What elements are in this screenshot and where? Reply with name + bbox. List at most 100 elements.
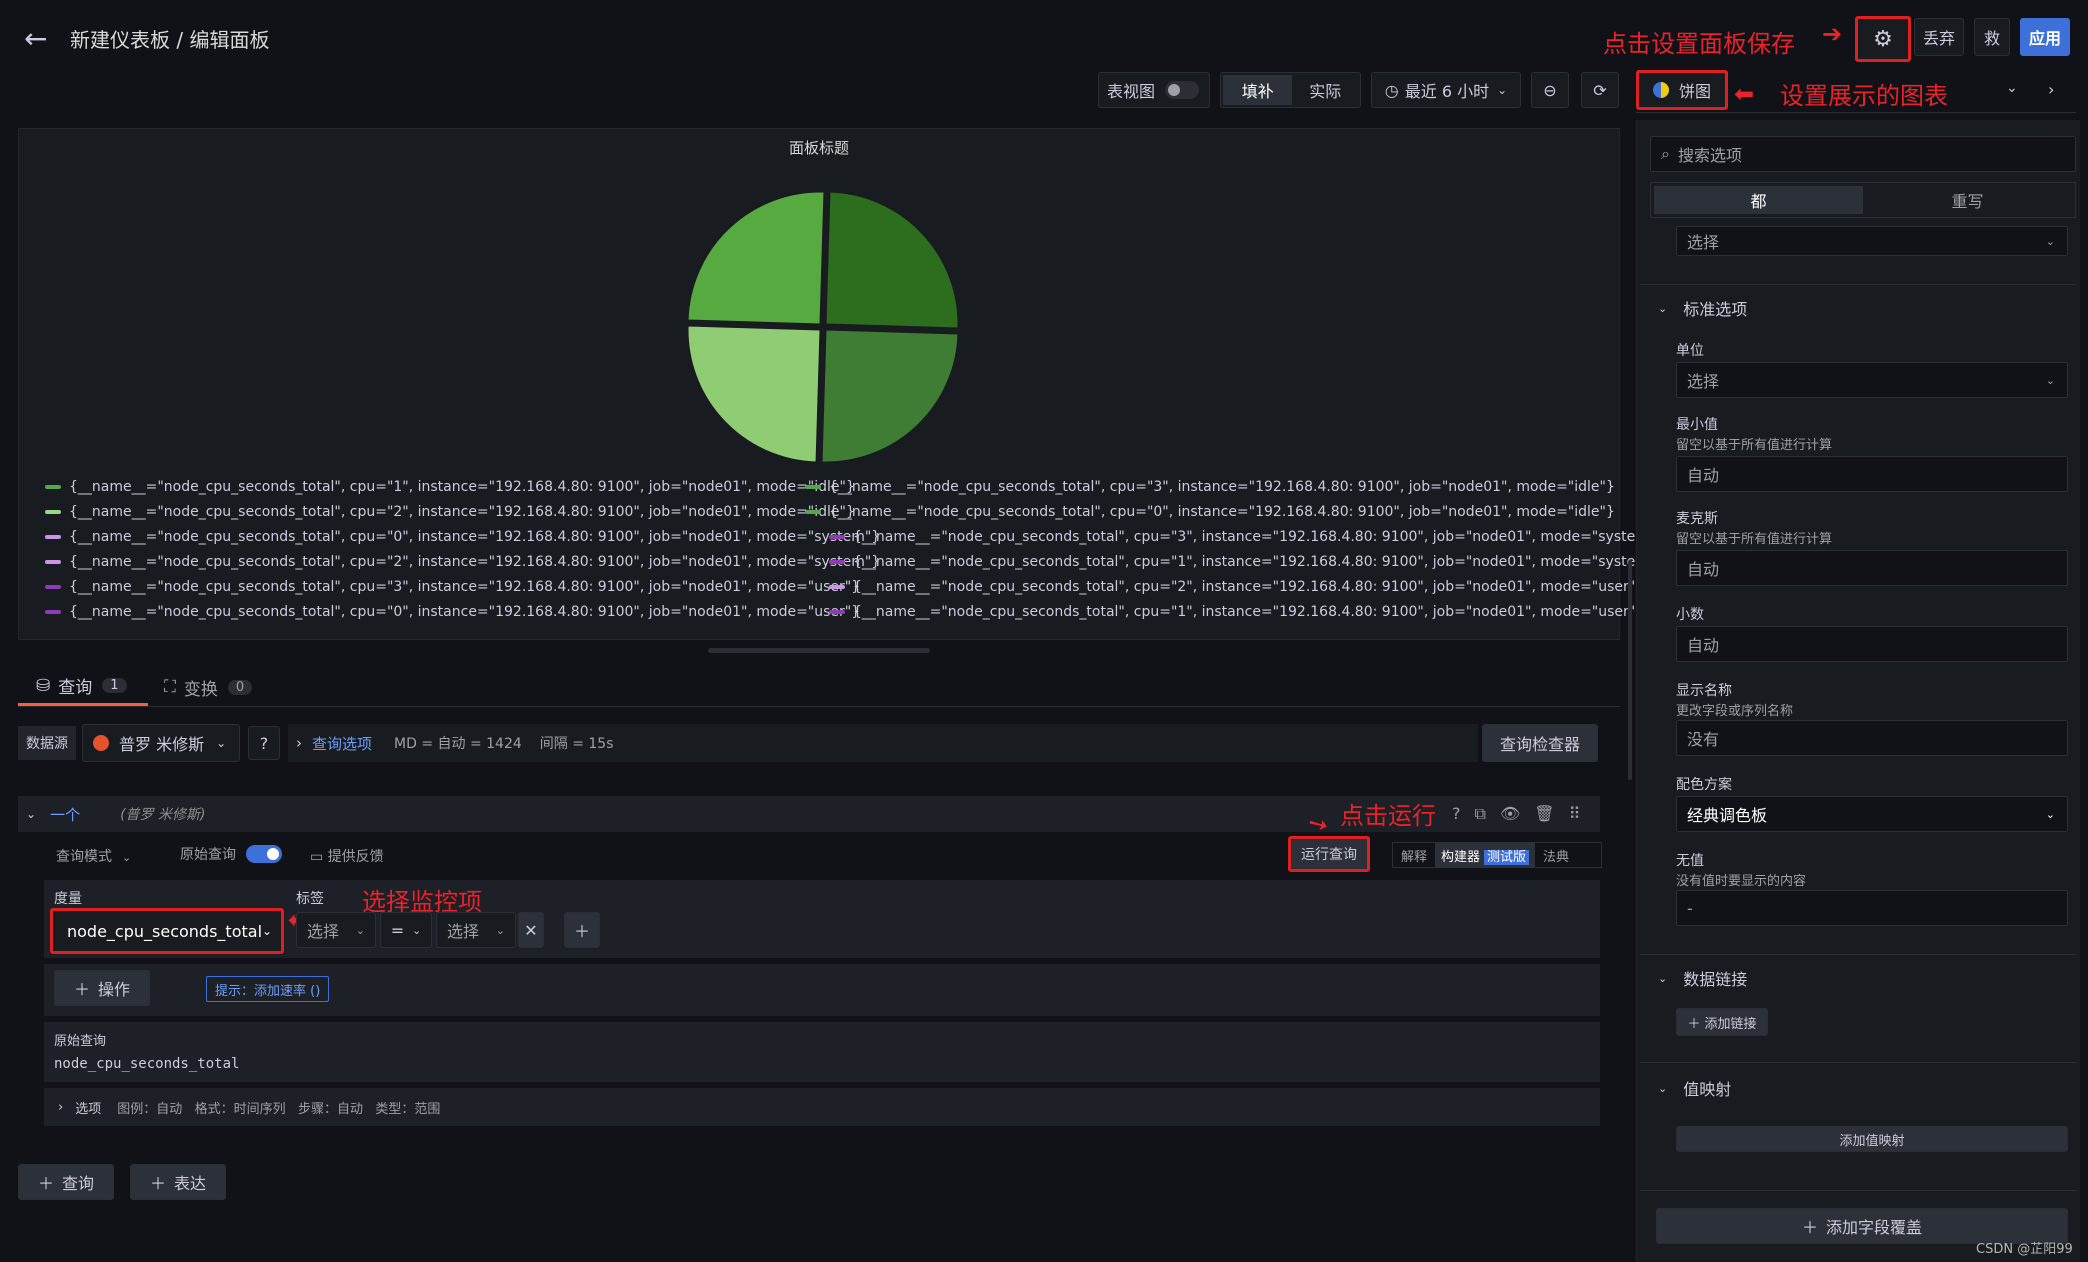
pie-slice[interactable]	[821, 329, 959, 463]
remove-label-button[interactable]: ✕	[518, 912, 544, 948]
legend-item[interactable]: {__name__="node_cpu_seconds_total", cpu=…	[829, 529, 1664, 545]
pie-slice[interactable]	[687, 325, 821, 463]
decimals-input[interactable]: 自动	[1676, 626, 2068, 662]
pie-slice[interactable]	[687, 191, 825, 325]
gear-icon: ⚙	[1873, 26, 1893, 52]
apply-button[interactable]: 应用	[2020, 18, 2070, 56]
min-hint: 留空以基于所有值进行计算	[1676, 438, 1833, 453]
collapse-options-chevron-icon[interactable]: ›	[2048, 80, 2054, 99]
feedback-link[interactable]: ▭ 提供反馈	[310, 846, 384, 866]
legend-swatch	[45, 560, 61, 564]
color-scheme-select[interactable]: 经典调色板 ⌄	[1676, 796, 2068, 832]
tab-query[interactable]: ⛁ 查询 1	[18, 668, 148, 706]
legend-swatch	[45, 610, 61, 614]
pie-slice[interactable]	[825, 191, 959, 329]
query-name[interactable]: 一个	[50, 804, 80, 825]
database-icon: ⛁	[36, 675, 51, 696]
viz-dropdown-chevron-icon[interactable]: ⌄	[2006, 80, 2018, 96]
resize-handle[interactable]	[708, 648, 930, 653]
query-inspector-button[interactable]: 查询检查器	[1482, 724, 1598, 762]
tab-all[interactable]: 都	[1654, 186, 1863, 214]
query-options-bar[interactable]: › 查询选项 MD = 自动 = 1424 间隔 = 15s	[288, 724, 1478, 762]
row-icons: ? ⧉ 👁 🗑 ⠿	[1452, 804, 1580, 824]
unit-select[interactable]: 选择 ⌄	[1676, 362, 2068, 398]
label-value-select[interactable]: 选择 ⌄	[436, 912, 516, 948]
raw-query-toggle[interactable]: 原始查询	[180, 844, 282, 864]
eye-icon[interactable]: 👁	[1500, 804, 1520, 824]
visualization-picker[interactable]: 饼图	[1636, 70, 1728, 110]
refresh-button[interactable]: ⟳	[1581, 72, 1619, 108]
tab-override[interactable]: 重写	[1863, 186, 2072, 214]
legend-item[interactable]: {__name__="node_cpu_seconds_total", cpu=…	[45, 479, 855, 495]
code-tab[interactable]: 法典	[1535, 846, 1577, 865]
metric-select[interactable]: node_cpu_seconds_total ⌄	[50, 908, 284, 954]
tab-transform[interactable]: ⛶ 变换 0	[164, 668, 253, 706]
standard-options-header[interactable]: ⌄ 标准选项	[1658, 296, 1747, 320]
legend-item[interactable]: {__name__="node_cpu_seconds_total", cpu=…	[829, 579, 1644, 595]
legend-label: {__name__="node_cpu_seconds_total", cpu=…	[69, 554, 881, 570]
back-arrow-icon[interactable]: ←	[24, 22, 47, 55]
pie-chart-icon	[1652, 82, 1669, 98]
search-options-input[interactable]: ⌕ 搜索选项	[1650, 136, 2076, 172]
legend-item[interactable]: {__name__="node_cpu_seconds_total", cpu=…	[829, 604, 1644, 620]
time-range-picker[interactable]: ◷ 最近 6 小时 ⌄	[1371, 72, 1521, 108]
min-input[interactable]: 自动	[1676, 456, 2068, 492]
legend-item[interactable]: {__name__="node_cpu_seconds_total", cpu=…	[829, 554, 1664, 570]
legend-item[interactable]: {__name__="node_cpu_seconds_total", cpu=…	[45, 504, 855, 520]
query-options-link[interactable]: 查询选项	[312, 733, 372, 754]
labels-label: 标签	[296, 891, 324, 907]
plus-icon: ＋	[149, 1174, 166, 1193]
legend-item[interactable]: {__name__="node_cpu_seconds_total", cpu=…	[805, 504, 1615, 520]
add-value-mapping-button[interactable]: 添加值映射	[1676, 1126, 2068, 1152]
drag-icon[interactable]: ⠿	[1569, 804, 1581, 824]
data-links-header[interactable]: ⌄ 数据链接	[1658, 966, 1747, 990]
max-input[interactable]: 自动	[1676, 550, 2068, 586]
clock-icon: ◷	[1384, 80, 1399, 100]
max-hint: 留空以基于所有值进行计算	[1676, 532, 1833, 547]
add-label-button[interactable]: ＋	[564, 912, 600, 948]
fill-button[interactable]: 填补	[1223, 75, 1293, 105]
md-info: MD = 自动 = 1424	[394, 736, 522, 752]
legend-label: {__name__="node_cpu_seconds_total", cpu=…	[853, 579, 1645, 595]
help-icon[interactable]: ?	[1452, 804, 1461, 824]
top-select[interactable]: 选择 ⌄	[1676, 226, 2068, 256]
add-expression-button[interactable]: ＋表达	[130, 1164, 226, 1200]
trash-icon[interactable]: 🗑	[1534, 804, 1554, 824]
value-mappings-header[interactable]: ⌄ 值映射	[1658, 1076, 1731, 1100]
save-button[interactable]: 救	[1974, 18, 2010, 56]
fill-actual-group: 填补 实际	[1220, 72, 1361, 108]
add-query-button[interactable]: ＋查询	[18, 1164, 114, 1200]
options-row[interactable]: › 选项 图例：自动 格式：时间序列 步骤：自动 类型：范围	[44, 1088, 1600, 1126]
no-value-label: 无值	[1676, 853, 1704, 869]
explain-toggle[interactable]: 解释	[1393, 846, 1435, 865]
legend-item[interactable]: {__name__="node_cpu_seconds_total", cpu=…	[45, 554, 880, 570]
builder-tab[interactable]: 构建器 测试版	[1435, 842, 1536, 868]
discard-button[interactable]: 丢弃	[1914, 18, 1964, 56]
no-value-input[interactable]: -	[1676, 890, 2068, 926]
legend-item[interactable]: {__name__="node_cpu_seconds_total", cpu=…	[45, 529, 880, 545]
hint-button[interactable]: 提示：添加速率 ()	[206, 976, 330, 1002]
annotation-settings-save: 点击设置面板保存	[1603, 30, 1795, 58]
label-key-select[interactable]: 选择 ⌄	[296, 912, 376, 948]
zoom-out-button[interactable]: ⊖	[1531, 72, 1569, 108]
main-scrollbar[interactable]	[1628, 560, 1632, 780]
legend-item[interactable]: {__name__="node_cpu_seconds_total", cpu=…	[45, 604, 860, 620]
add-link-button[interactable]: ＋添加链接	[1676, 1008, 1768, 1036]
run-query-button[interactable]: 运行查询	[1288, 836, 1370, 872]
legend-label: {__name__="node_cpu_seconds_total", cpu=…	[853, 529, 1665, 545]
settings-gear-button[interactable]: ⚙	[1855, 16, 1911, 62]
label-operator-select[interactable]: = ⌄	[380, 912, 432, 948]
table-view-toggle[interactable]: 表视图	[1098, 72, 1210, 108]
query-mode[interactable]: 查询模式 ⌄	[56, 846, 131, 866]
actual-button[interactable]: 实际	[1292, 75, 1358, 105]
collapse-chevron-icon[interactable]: ⌄	[26, 807, 36, 821]
display-name-input[interactable]: 没有	[1676, 720, 2068, 756]
datasource-picker[interactable]: 普罗 米修斯 ⌄	[82, 724, 240, 762]
add-operation-button[interactable]: ＋操作	[54, 970, 150, 1006]
copy-icon[interactable]: ⧉	[1475, 804, 1486, 824]
raw-query-label: 原始查询	[54, 1034, 107, 1049]
legend-item[interactable]: {__name__="node_cpu_seconds_total", cpu=…	[805, 479, 1615, 495]
legend-item[interactable]: {__name__="node_cpu_seconds_total", cpu=…	[45, 579, 860, 595]
datasource-help-button[interactable]: ?	[248, 726, 280, 760]
chevron-down-icon: ⌄	[1658, 301, 1668, 315]
